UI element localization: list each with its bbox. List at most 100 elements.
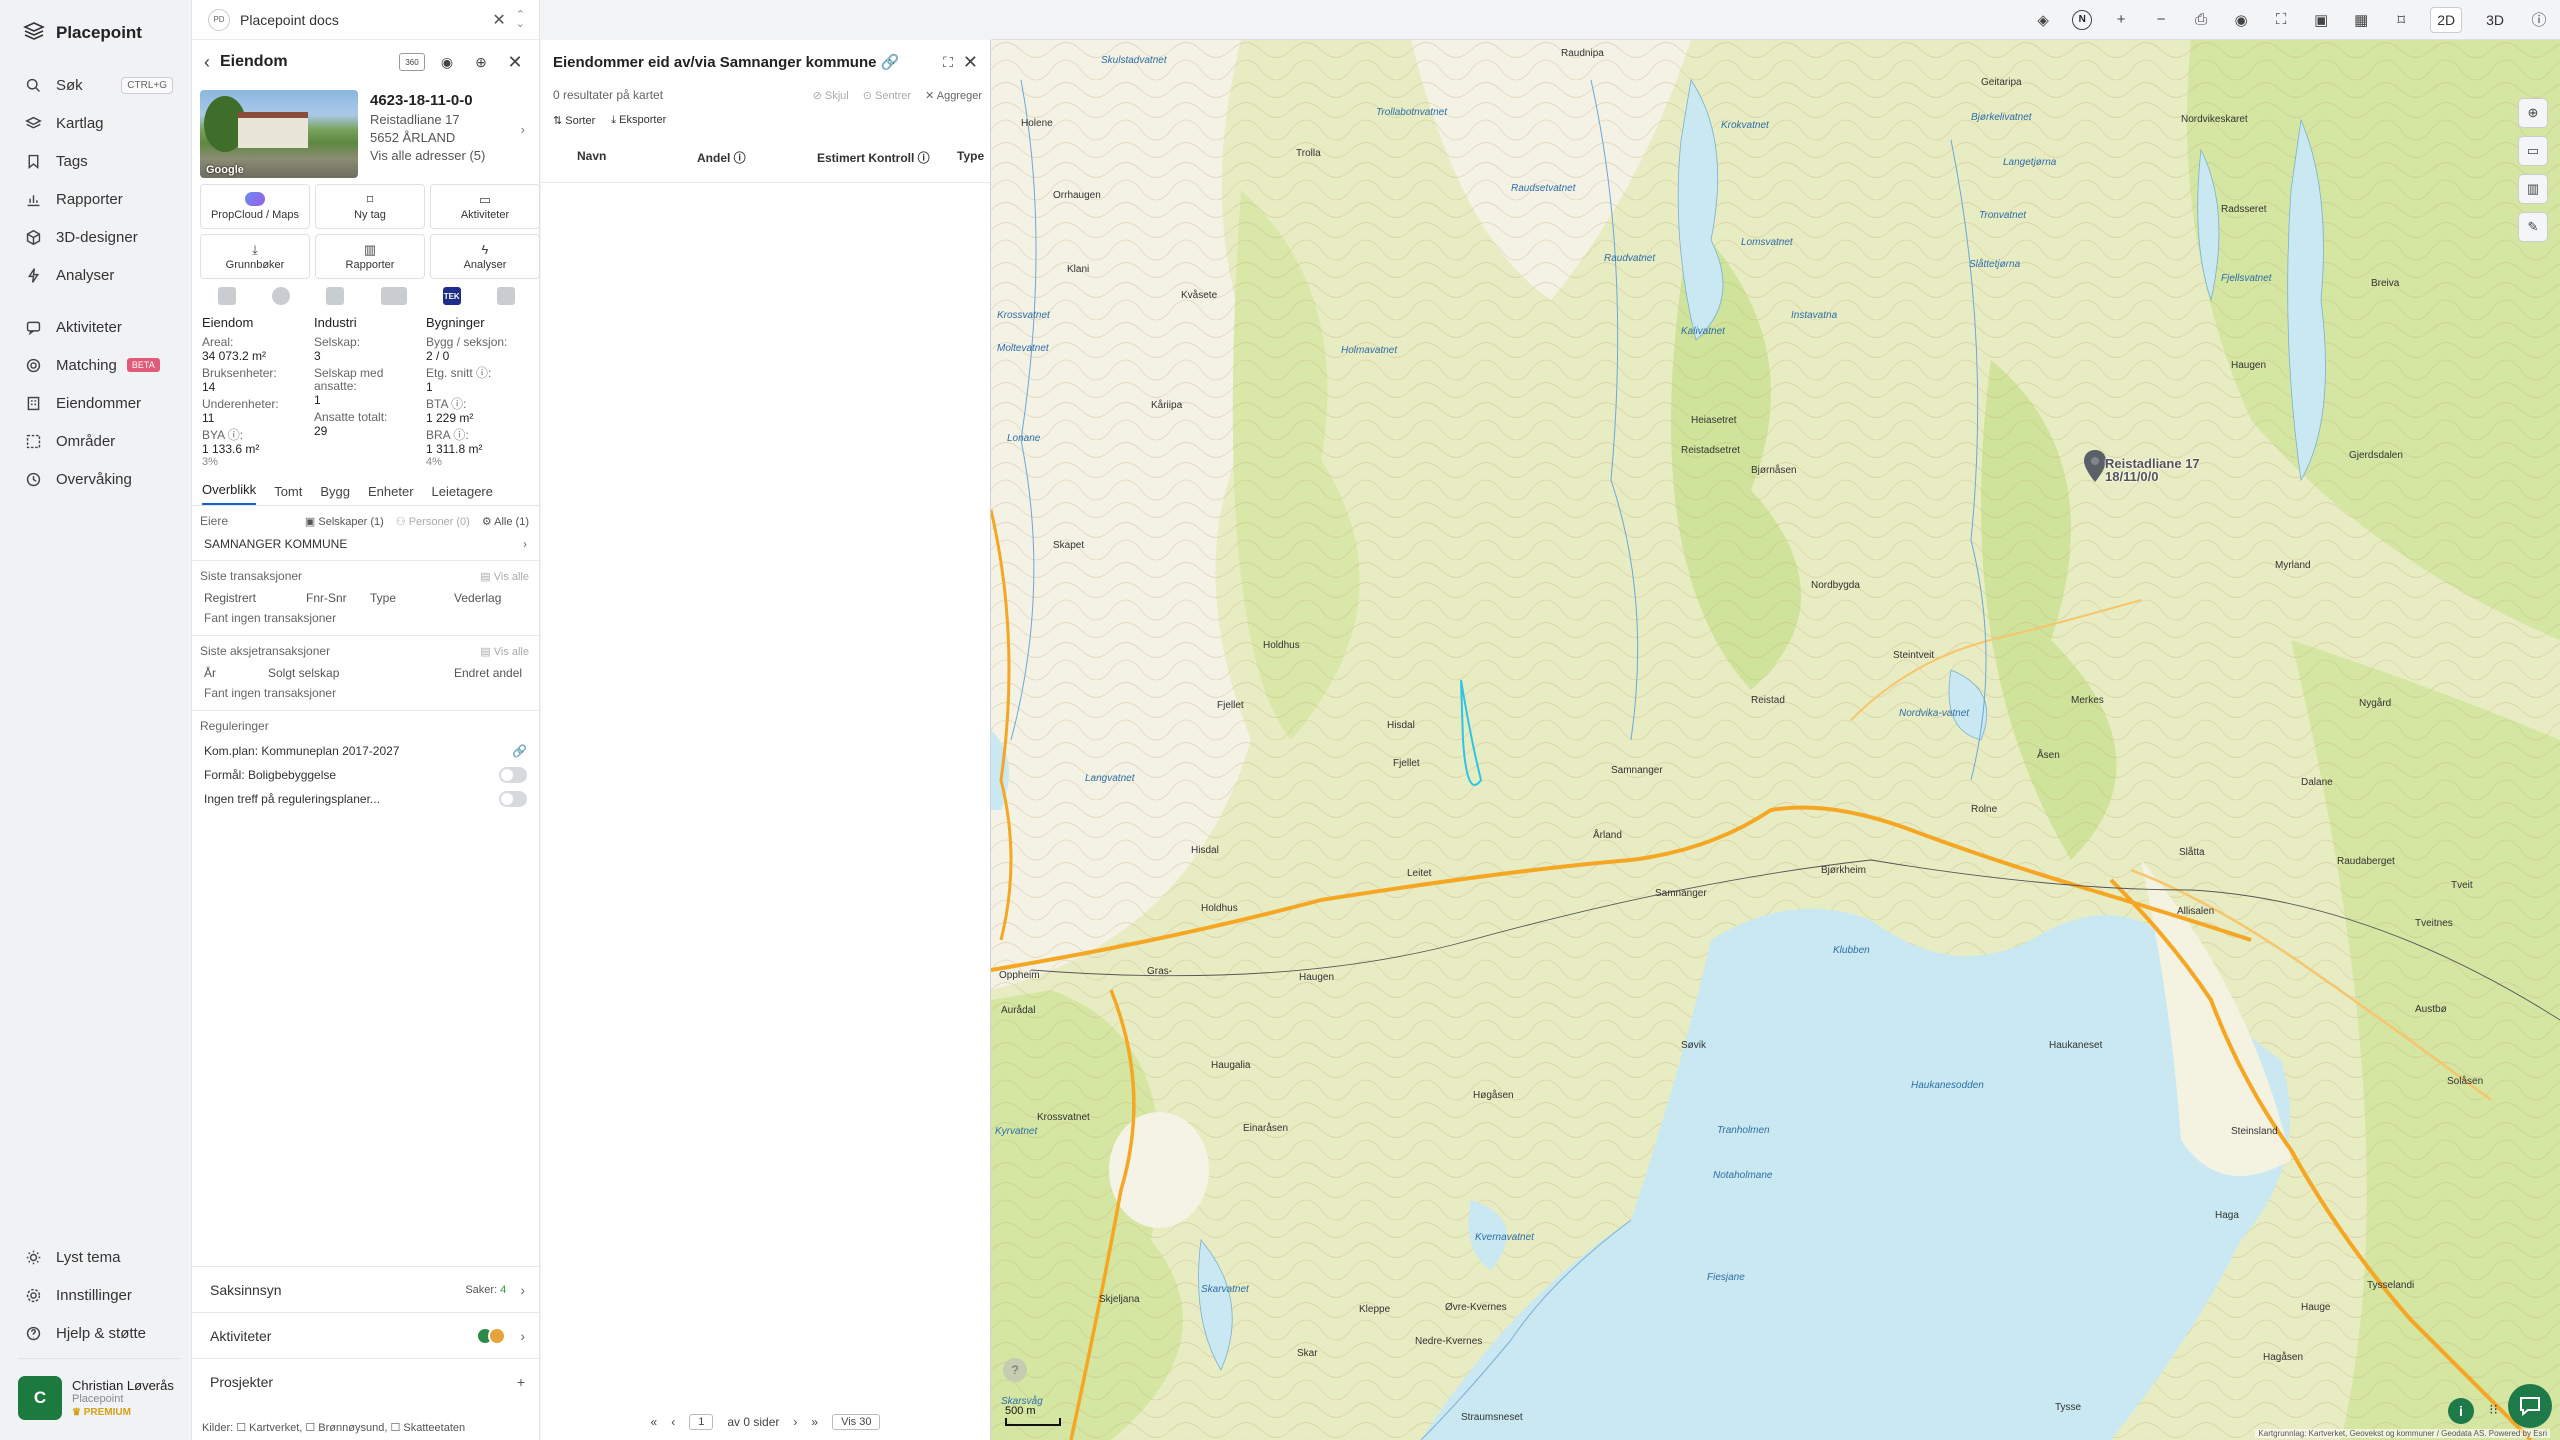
info-button[interactable]: i (2448, 1398, 2474, 1424)
fullscreen-icon[interactable]: ⛶ (2270, 11, 2292, 28)
mode-2d-button[interactable]: 2D (2430, 6, 2463, 33)
land-registry-button[interactable]: ⤓ Grunnbøker (200, 234, 310, 279)
aktiviteter-row[interactable]: Aktiviteter › (192, 1312, 539, 1358)
column-header[interactable]: Type (957, 149, 984, 182)
tab-tomt[interactable]: Tomt (274, 484, 302, 505)
nav-item-analyser[interactable]: Analyser (0, 256, 191, 294)
reports-button[interactable]: ▥ Rapporter (315, 234, 425, 279)
docs-title[interactable]: Placepoint docs (240, 12, 482, 28)
tab-leietagere[interactable]: Leietagere (432, 484, 493, 505)
brand[interactable]: Placepoint (0, 0, 191, 66)
regulation-plan-row[interactable]: Kom.plan: Kommuneplan 2017-2027 🔗 (192, 739, 539, 763)
propcloud-button[interactable]: PropCloud / Maps (200, 184, 310, 229)
tab-enheter[interactable]: Enheter (368, 484, 414, 505)
house-icon[interactable] (496, 287, 515, 305)
nav-item-lyst-tema[interactable]: Lyst tema (0, 1238, 191, 1276)
draw-tool-icon[interactable]: ✎ (2518, 212, 2548, 242)
building-type-icon[interactable] (218, 287, 237, 305)
nav-item-aktiviteter[interactable]: Aktiviteter (0, 308, 191, 346)
updown-icon[interactable]: ⌃ ⌄ (516, 9, 525, 29)
nav-item-tags[interactable]: Tags (0, 142, 191, 180)
bar-icon[interactable] (380, 287, 407, 305)
all-addresses-link[interactable]: Vis alle adresser (5) (370, 148, 485, 163)
first-page-icon[interactable]: « (651, 1415, 658, 1429)
analyses-button[interactable]: ϟ Analyser (430, 234, 540, 279)
print-icon[interactable]: ⎙ (2190, 11, 2212, 28)
close-icon[interactable]: ✕ (503, 50, 527, 74)
tek-icon[interactable]: TEK (442, 287, 461, 305)
map-canvas[interactable]: Raudnipa Skulstadvatnet Geitaripa Holene Tro… (991, 40, 2560, 1440)
column-header[interactable]: Navn (577, 149, 697, 182)
close-icon[interactable]: ✕ (963, 52, 978, 73)
nav-item-sok[interactable]: Søk CTRL+G (0, 66, 191, 104)
chart-tool-icon[interactable]: ▥ (2518, 174, 2548, 204)
link-icon[interactable]: 🔗 (881, 54, 900, 71)
hide-button[interactable]: ⊘ Skjul (813, 89, 849, 102)
expand-icon[interactable]: ⛶ (943, 54, 953, 71)
info-icon[interactable]: ⓘ (2528, 9, 2550, 30)
stat-key[interactable]: BYA ⓘ: (202, 429, 314, 442)
show-all-link[interactable]: ▤ Vis alle (480, 645, 529, 658)
show-all-link[interactable]: ▤ Vis alle (480, 570, 529, 583)
nav-item-overvaking[interactable]: Overvåking (0, 460, 191, 498)
saksinnsyn-row[interactable]: Saksinnsyn Saker: 4 › (192, 1266, 539, 1312)
property-marker[interactable] (2083, 450, 2107, 487)
help-icon[interactable]: ? (1003, 1358, 1027, 1382)
globe-icon[interactable] (272, 287, 291, 305)
layers-tool-icon[interactable]: ⊕ (2518, 98, 2548, 128)
last-page-icon[interactable]: » (811, 1415, 818, 1429)
per-page-select[interactable]: Vis 30 (832, 1414, 881, 1430)
nav-item-rapporter[interactable]: Rapporter (0, 180, 191, 218)
user-profile[interactable]: C Christian Løverås Placepoint ♛ PREMIUM (18, 1358, 181, 1428)
tab-overblikk[interactable]: Overblikk (202, 482, 257, 505)
prosjekter-row[interactable]: Prosjekter + (192, 1358, 539, 1404)
add-circle-icon[interactable]: ⊕ (469, 50, 493, 74)
stat-key[interactable]: BTA ⓘ: (426, 398, 538, 411)
ruler-tool-icon[interactable]: ▭ (2518, 136, 2548, 166)
property-photo[interactable]: Google (200, 90, 358, 178)
chevron-right-icon[interactable]: › (521, 122, 525, 137)
filter-all[interactable]: ⚙ Alle (1) (482, 515, 529, 528)
filter-companies[interactable]: ▣ Selskaper (1) (305, 515, 384, 528)
apps-grid-icon[interactable]: ⁝⁝ (2489, 1401, 2498, 1418)
plus-icon[interactable]: + (517, 1374, 525, 1390)
new-tag-button[interactable]: ⌑ Ny tag (315, 184, 425, 229)
zoom-out-icon[interactable]: − (2150, 11, 2172, 28)
sort-button[interactable]: ⇅ Sorter (553, 114, 595, 127)
next-page-icon[interactable]: › (793, 1415, 797, 1429)
close-icon[interactable]: ✕ (492, 10, 505, 30)
plant-icon[interactable] (326, 287, 345, 305)
nav-item-matching[interactable]: Matching BETA (0, 346, 191, 384)
center-button[interactable]: ⊙ Sentrer (863, 89, 911, 102)
column-header[interactable]: Andel ⓘ (697, 149, 817, 182)
tab-bygg[interactable]: Bygg (320, 484, 350, 505)
page-select[interactable]: 1 (689, 1414, 714, 1430)
eye-icon[interactable]: ◉ (2230, 11, 2252, 29)
stat-key[interactable]: Etg. snitt ⓘ: (426, 367, 538, 380)
chat-button[interactable] (2508, 1384, 2552, 1428)
aggregate-button[interactable]: ✕ Aggreger (925, 89, 982, 102)
nav-item-innstillinger[interactable]: Innstillinger (0, 1276, 191, 1314)
activities-button[interactable]: ▭ Aktiviteter (430, 184, 540, 229)
nav-item-omrader[interactable]: Områder (0, 422, 191, 460)
bookmark-icon[interactable]: ⌑ (2390, 11, 2412, 29)
prev-page-icon[interactable]: ‹ (671, 1415, 675, 1429)
link-icon[interactable]: 🔗 (512, 744, 527, 758)
filter-persons[interactable]: ⚇ Personer (0) (396, 515, 470, 528)
owner-row[interactable]: SAMNANGER KOMMUNE › (192, 532, 539, 556)
stat-key[interactable]: BRA ⓘ: (426, 429, 538, 442)
eye-icon[interactable]: ◉ (435, 50, 459, 74)
back-icon[interactable]: ‹ (204, 52, 210, 73)
column-header[interactable]: Estimert Kontroll ⓘ (817, 149, 957, 182)
nav-item-eiendommer[interactable]: Eiendommer (0, 384, 191, 422)
zoom-in-icon[interactable]: + (2110, 11, 2132, 28)
layers-stack-icon[interactable]: ◈ (2032, 11, 2054, 29)
street-view-icon[interactable]: 360 (399, 53, 425, 71)
export-button[interactable]: ⤓ Eksporter (611, 114, 666, 127)
grid-icon[interactable]: ▦ (2350, 11, 2372, 29)
nav-item-hjelp[interactable]: Hjelp & støtte (0, 1314, 191, 1352)
compass-icon[interactable]: N (2072, 9, 2093, 30)
nav-item-kartlag[interactable]: Kartlag (0, 104, 191, 142)
mode-3d-button[interactable]: 3D (2480, 8, 2510, 32)
purpose-toggle[interactable] (499, 767, 527, 783)
